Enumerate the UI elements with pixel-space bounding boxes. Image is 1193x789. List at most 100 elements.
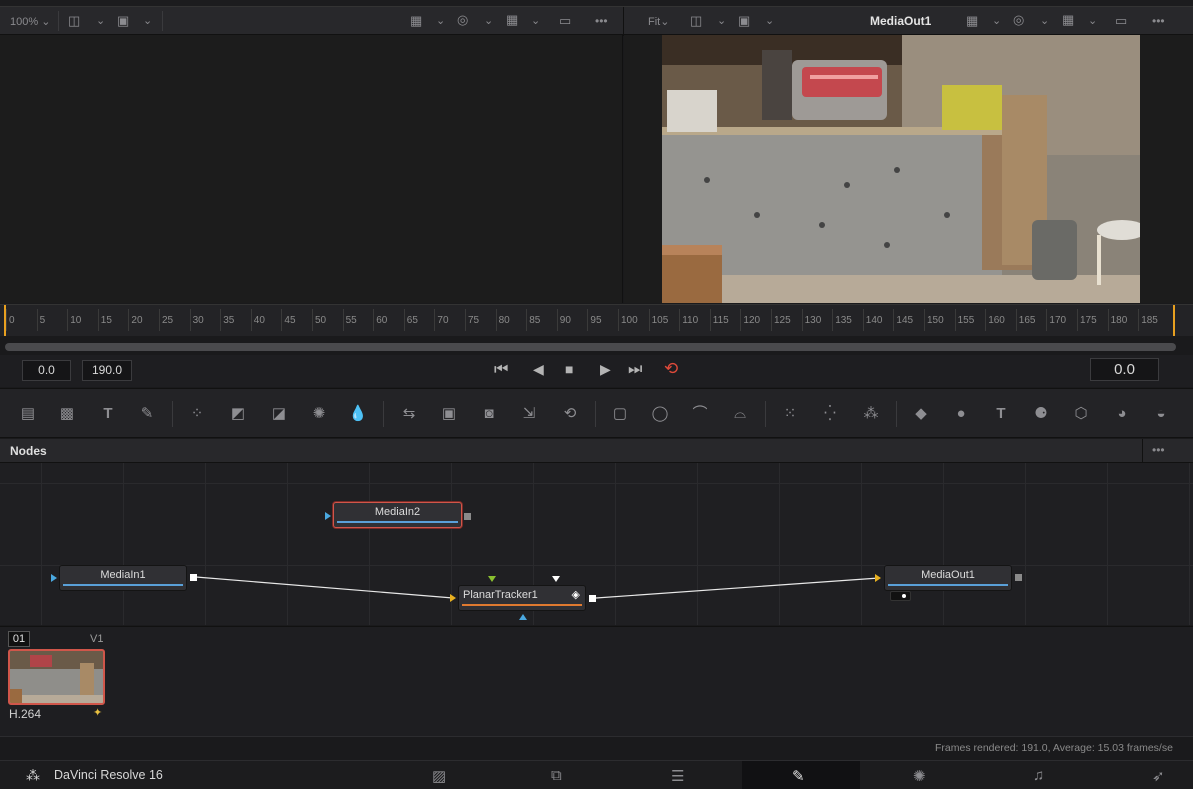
blur-tool-icon[interactable]: 💧 bbox=[347, 403, 369, 425]
zoom-dropdown[interactable]: 100% ⌄ bbox=[10, 15, 50, 28]
fast-noise-tool-icon[interactable]: ▩ bbox=[56, 403, 78, 425]
renderer-3d-icon[interactable]: ◕ bbox=[1111, 403, 1133, 425]
resize-tool-icon[interactable]: ⇲ bbox=[518, 403, 540, 425]
background-tool-icon[interactable]: ▤ bbox=[17, 403, 39, 425]
aspect-icon[interactable]: ▭ bbox=[559, 14, 571, 27]
camera-3d-icon[interactable]: ⬡ bbox=[1070, 403, 1092, 425]
aspect-icon[interactable]: ▭ bbox=[1115, 14, 1127, 27]
clip-thumbnail[interactable] bbox=[8, 649, 105, 705]
input-arrow-icon[interactable] bbox=[450, 594, 456, 602]
ellipse-mask-icon[interactable]: ◯ bbox=[649, 403, 671, 425]
time-ruler[interactable]: 0 5 10 15 20 25 30 35 40 45 50 55 60 65 70 75 80 85 90 95 10… bbox=[0, 304, 1193, 336]
grid-icon[interactable]: ▦ bbox=[1062, 13, 1074, 26]
roi-icon[interactable]: ▦ bbox=[410, 14, 422, 27]
output-port[interactable] bbox=[464, 513, 471, 520]
playhead[interactable] bbox=[4, 305, 6, 336]
more-options-button[interactable]: ••• bbox=[1152, 443, 1165, 457]
node-planartracker1[interactable]: PlanarTracker1 ◈ bbox=[458, 585, 586, 611]
fusion-page-tab[interactable]: ✎ bbox=[742, 761, 860, 789]
color-channels-icon[interactable]: ◎ bbox=[457, 13, 468, 26]
ruler-tick bbox=[67, 309, 69, 331]
edit-page-icon[interactable]: ☰ bbox=[671, 767, 684, 785]
text-3d-icon[interactable]: T bbox=[990, 403, 1012, 425]
chevron-down-icon[interactable]: ⌄ bbox=[1040, 14, 1049, 27]
image-plane-3d-icon[interactable]: ◆ bbox=[910, 403, 932, 425]
chevron-down-icon[interactable]: ⌄ bbox=[96, 14, 105, 27]
chevron-down-icon[interactable]: ⌄ bbox=[717, 14, 726, 27]
color-channels-icon[interactable]: ◎ bbox=[1013, 13, 1024, 26]
chevron-down-icon[interactable]: ⌄ bbox=[436, 14, 445, 27]
chevron-down-icon[interactable]: ⌄ bbox=[484, 14, 493, 27]
fit-dropdown[interactable]: Fit⌄ bbox=[648, 15, 669, 28]
left-viewer[interactable] bbox=[0, 35, 623, 303]
play-icon[interactable]: ▶ bbox=[600, 362, 611, 376]
chevron-down-icon[interactable]: ⌄ bbox=[992, 14, 1001, 27]
ruler-tick bbox=[6, 309, 7, 331]
input-arrow-icon[interactable] bbox=[875, 574, 881, 582]
current-time-field[interactable]: 0.0 bbox=[1090, 358, 1159, 381]
ruler-tick-label: 40 bbox=[253, 315, 265, 326]
brightness-tool-icon[interactable]: ✺ bbox=[308, 403, 330, 425]
output-port[interactable] bbox=[589, 595, 596, 602]
render-end-marker[interactable] bbox=[1173, 305, 1175, 336]
window-icon[interactable]: ▣ bbox=[117, 14, 129, 27]
input-arrow-icon[interactable] bbox=[325, 512, 331, 520]
viewer-indicator[interactable] bbox=[890, 591, 911, 601]
node-mediaout1[interactable]: MediaOut1 bbox=[884, 565, 1012, 591]
zoom-value: 100% bbox=[10, 16, 39, 28]
p-emitter-icon[interactable]: ⁙ bbox=[779, 403, 801, 425]
mask-input-icon[interactable] bbox=[519, 614, 527, 620]
input-arrow-icon[interactable] bbox=[552, 576, 560, 582]
deliver-page-icon[interactable]: ➶ bbox=[1152, 767, 1165, 785]
stop-icon[interactable]: ■ bbox=[565, 362, 573, 376]
media-page-icon[interactable]: ▨ bbox=[432, 767, 446, 785]
more-options-button[interactable]: ••• bbox=[595, 14, 608, 28]
color-page-icon[interactable]: ✺ bbox=[913, 767, 926, 785]
rectangle-mask-icon[interactable]: ▢ bbox=[609, 403, 631, 425]
fairlight-page-icon[interactable]: ♫ bbox=[1033, 767, 1044, 784]
input-arrow-icon[interactable] bbox=[51, 574, 57, 582]
particles-tool-icon[interactable]: ⁘ bbox=[186, 403, 208, 425]
chevron-down-icon[interactable]: ⌄ bbox=[765, 14, 774, 27]
roi-icon[interactable]: ▦ bbox=[966, 14, 978, 27]
color-corrector-tool-icon[interactable]: ◪ bbox=[268, 403, 290, 425]
ruler-tick bbox=[128, 309, 130, 331]
merge-3d-icon[interactable]: ⚈ bbox=[1030, 403, 1052, 425]
render-end-field[interactable]: 190.0 bbox=[82, 360, 132, 381]
p-render-icon[interactable]: ⁛ bbox=[819, 403, 841, 425]
paint-tool-icon[interactable]: ✎ bbox=[136, 403, 158, 425]
transform-tool-icon[interactable]: ⟲ bbox=[559, 403, 581, 425]
layout-icon[interactable]: ◫ bbox=[690, 14, 702, 27]
input-arrow-icon[interactable] bbox=[488, 576, 496, 582]
window-icon[interactable]: ▣ bbox=[738, 14, 750, 27]
output-port[interactable] bbox=[1015, 574, 1022, 581]
bspline-mask-icon[interactable]: ⌓ bbox=[729, 403, 751, 425]
ruler-tick-label: 5 bbox=[39, 315, 46, 326]
merge-tool-icon[interactable]: ▣ bbox=[438, 403, 460, 425]
text-tool-icon[interactable]: T bbox=[97, 403, 119, 425]
ruler-tick bbox=[465, 309, 466, 331]
loader-tool-icon[interactable]: ⇆ bbox=[398, 403, 420, 425]
loop-icon[interactable]: ⟲ bbox=[664, 360, 678, 377]
go-to-end-icon[interactable]: ⏭ bbox=[628, 362, 642, 378]
grid-icon[interactable]: ▦ bbox=[506, 13, 518, 26]
step-back-icon[interactable]: ◀ bbox=[533, 362, 544, 376]
layout-icon[interactable]: ◫ bbox=[68, 14, 80, 27]
p-merge-icon[interactable]: ⁂ bbox=[860, 403, 882, 425]
chevron-down-icon[interactable]: ⌄ bbox=[531, 14, 540, 27]
node-mediain1[interactable]: MediaIn1 bbox=[59, 565, 187, 591]
polygon-mask-icon[interactable]: ⌒ bbox=[689, 403, 711, 425]
cut-page-icon[interactable]: ⧉ bbox=[551, 767, 562, 784]
spotlight-3d-icon[interactable]: ◒ bbox=[1150, 403, 1172, 425]
render-start-field[interactable]: 0.0 bbox=[22, 360, 71, 381]
more-options-button[interactable]: ••• bbox=[1152, 14, 1165, 28]
chevron-down-icon[interactable]: ⌄ bbox=[143, 14, 152, 27]
scrub-bar[interactable] bbox=[5, 343, 1176, 351]
output-port[interactable] bbox=[190, 574, 197, 581]
go-to-start-icon[interactable]: ⏮ bbox=[494, 362, 508, 378]
chevron-down-icon[interactable]: ⌄ bbox=[1088, 14, 1097, 27]
matte-control-tool-icon[interactable]: ◙ bbox=[478, 403, 500, 425]
shape-3d-icon[interactable]: ● bbox=[950, 403, 972, 425]
color-curves-tool-icon[interactable]: ◩ bbox=[227, 403, 249, 425]
node-mediain2[interactable]: MediaIn2 bbox=[333, 502, 462, 528]
